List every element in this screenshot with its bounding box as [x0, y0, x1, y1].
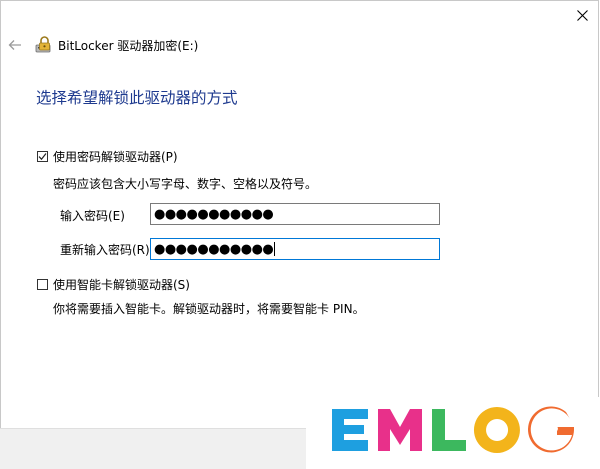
reenter-password-field[interactable]: ●●●●●●●●●●● [150, 238, 440, 260]
page-heading: 选择希望解锁此驱动器的方式 [36, 89, 238, 107]
emlog-logo [332, 406, 574, 453]
smartcard-checkbox[interactable] [37, 279, 48, 290]
back-button[interactable] [5, 36, 25, 54]
close-button[interactable] [570, 4, 594, 26]
enter-password-field[interactable]: ●●●●●●●●●●● [150, 203, 440, 225]
bitlocker-drive-icon [35, 36, 51, 53]
watermark-panel [306, 397, 600, 469]
enter-password-label: 输入密码(E) [60, 209, 125, 223]
smartcard-hint: 你将需要插入智能卡。解锁驱动器时，将需要智能卡 PIN。 [53, 302, 365, 316]
back-arrow-icon [8, 40, 21, 50]
password-hint: 密码应该包含大小写字母、数字、空格以及符号。 [53, 177, 318, 191]
checkmark-icon [38, 153, 47, 161]
reenter-password-value: ●●●●●●●●●●● [154, 241, 274, 257]
password-checkbox[interactable] [37, 151, 48, 162]
enter-password-value: ●●●●●●●●●●● [154, 206, 274, 222]
window-title: BitLocker 驱动器加密(E:) [58, 39, 199, 53]
reenter-password-label: 重新输入密码(R) [60, 243, 150, 257]
password-option-label[interactable]: 使用密码解锁驱动器(P) [53, 148, 178, 165]
smartcard-option-label[interactable]: 使用智能卡解锁驱动器(S) [53, 276, 190, 293]
bitlocker-dialog: { "window": { "title": "BitLocker 驱动器加密(… [0, 0, 600, 469]
text-caret [274, 242, 276, 256]
close-icon [576, 9, 588, 21]
